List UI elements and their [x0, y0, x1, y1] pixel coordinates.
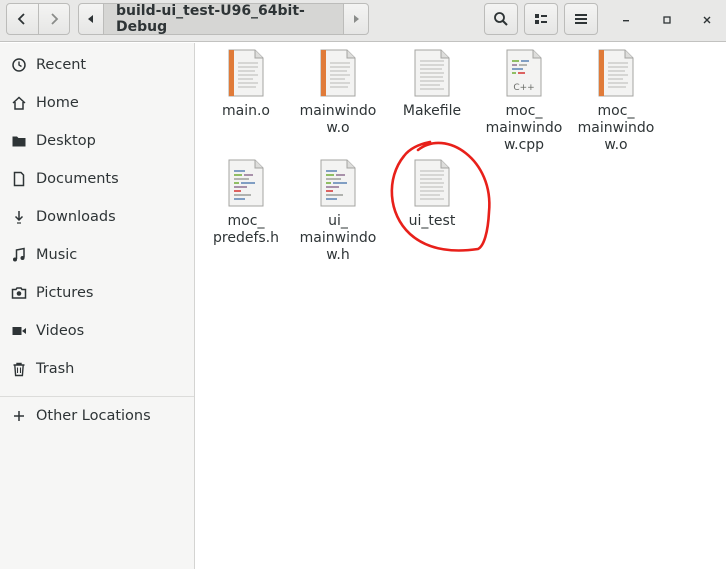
file-name: moc_ mainwindo w.o [577, 103, 655, 153]
executable-file-icon [414, 159, 450, 207]
video-icon [11, 323, 27, 339]
object-file-icon [228, 49, 264, 97]
header-file-icon [228, 159, 264, 207]
plus-icon [11, 408, 27, 424]
sidebar-item-label: Recent [36, 57, 87, 73]
path-crumb-current[interactable]: build-ui_test-U96_64bit-Debug [103, 3, 344, 35]
file-name: Makefile [402, 103, 462, 119]
sidebar-item-recent[interactable]: Recent [0, 48, 194, 82]
maximize-icon [663, 16, 671, 24]
file-name: main.o [222, 103, 270, 119]
triangle-left-icon [88, 15, 93, 23]
sidebar-item-label: Downloads [36, 209, 116, 225]
maximize-button[interactable] [655, 8, 679, 32]
close-button[interactable] [695, 8, 719, 32]
path-scroll-left-button[interactable] [79, 4, 103, 34]
file-name: moc_ predefs.h [213, 213, 279, 246]
document-icon [11, 171, 27, 187]
sidebar-item-label: Documents [36, 171, 119, 187]
file-name: mainwindo w.o [299, 103, 377, 136]
path-bar: build-ui_test-U96_64bit-Debug [78, 3, 369, 35]
sidebar-item-documents[interactable]: Documents [0, 162, 194, 196]
sidebar-item-videos[interactable]: Videos [0, 314, 194, 348]
cpp-file-icon: C++ [506, 49, 542, 97]
file-name: ui_ mainwindo w.h [299, 213, 377, 263]
text-file-icon [414, 49, 450, 97]
file-item-ui-test[interactable]: ui_test [387, 159, 477, 230]
file-item-moc-mainwindow-o[interactable]: moc_ mainwindo w.o [571, 49, 661, 154]
file-item-makefile[interactable]: Makefile [387, 49, 477, 120]
file-item-moc-predefs-h[interactable]: moc_ predefs.h [201, 159, 291, 247]
search-button[interactable] [484, 3, 518, 35]
back-button[interactable] [7, 4, 38, 34]
sidebar-item-trash[interactable]: Trash [0, 352, 194, 386]
folder-icon [11, 133, 27, 149]
sidebar-item-desktop[interactable]: Desktop [0, 124, 194, 158]
file-item-ui-mainwindow-h[interactable]: ui_ mainwindo w.h [293, 159, 383, 264]
search-icon [494, 12, 508, 26]
music-icon [11, 247, 27, 263]
sidebar-item-music[interactable]: Music [0, 238, 194, 272]
sidebar-item-label: Pictures [36, 285, 94, 301]
hamburger-menu-icon [575, 14, 587, 24]
object-file-icon [598, 49, 634, 97]
forward-button[interactable] [37, 4, 69, 34]
sidebar-separator [0, 396, 194, 397]
object-file-icon [320, 49, 356, 97]
file-item-moc-mainwindow-cpp[interactable]: C++ moc_ mainwindo w.cpp [479, 49, 569, 154]
camera-icon [11, 285, 27, 301]
sidebar-item-label: Desktop [36, 133, 96, 149]
file-view: main.o mainwindo w.o Makefile C++ moc_ m… [196, 43, 726, 569]
clock-icon [11, 57, 27, 73]
sidebar-item-label: Videos [36, 323, 85, 339]
trash-icon [11, 361, 27, 377]
sidebar-item-label: Home [36, 95, 79, 111]
sidebar: Recent Home Desktop Documents Downloads … [0, 43, 195, 569]
chevron-right-icon [51, 13, 59, 25]
navigation-buttons [6, 3, 70, 35]
home-icon [11, 95, 27, 111]
file-item-mainwindow-o[interactable]: mainwindo w.o [293, 49, 383, 137]
view-options-button[interactable] [524, 3, 558, 35]
sidebar-item-pictures[interactable]: Pictures [0, 276, 194, 310]
sidebar-item-label: Music [36, 247, 78, 263]
sidebar-item-downloads[interactable]: Downloads [0, 200, 194, 234]
sidebar-item-home[interactable]: Home [0, 86, 194, 120]
header-bar: build-ui_test-U96_64bit-Debug [0, 0, 726, 42]
file-name: ui_test [408, 213, 456, 229]
minimize-icon [623, 20, 629, 22]
view-options-icon [535, 14, 547, 24]
minimize-button[interactable] [614, 8, 638, 32]
triangle-right-icon [354, 15, 359, 23]
sidebar-item-label: Other Locations [36, 408, 151, 424]
close-icon [703, 16, 711, 24]
download-icon [11, 209, 27, 225]
chevron-left-icon [18, 13, 26, 25]
sidebar-item-other-locations[interactable]: Other Locations [0, 399, 194, 433]
svg-text:C++: C++ [513, 83, 534, 93]
file-name: moc_ mainwindo w.cpp [485, 103, 563, 153]
file-item-main-o[interactable]: main.o [201, 49, 291, 120]
menu-button[interactable] [564, 3, 598, 35]
path-scroll-right-button[interactable] [344, 4, 368, 34]
header-file-icon [320, 159, 356, 207]
sidebar-item-label: Trash [36, 361, 75, 377]
